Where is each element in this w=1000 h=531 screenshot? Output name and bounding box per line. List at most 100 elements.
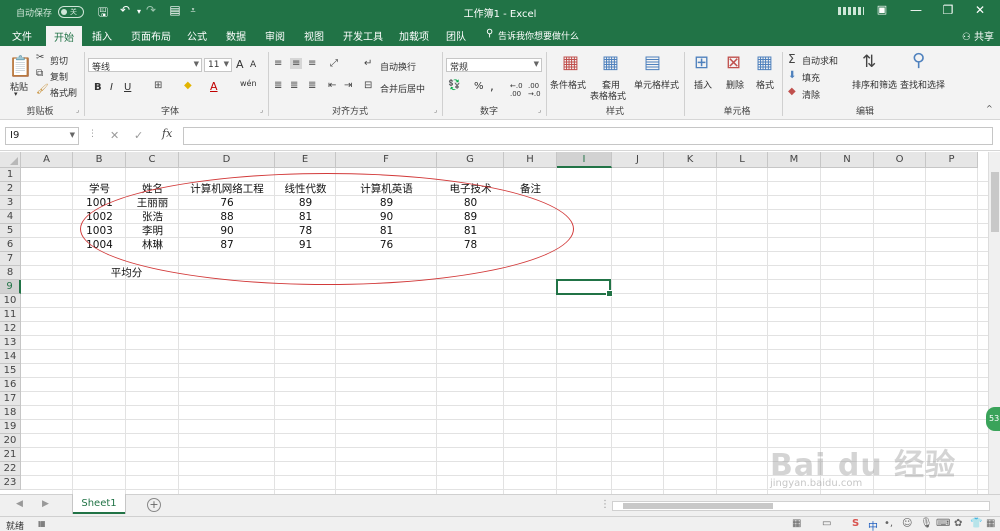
format-painter-button[interactable]: 格式刷 (50, 86, 77, 99)
currency-icon[interactable]: 💱 (448, 80, 460, 91)
row-header-1[interactable]: 1 (0, 168, 21, 182)
align-middle-icon[interactable]: ≡ (290, 58, 303, 69)
cell-header-english[interactable]: 计算机英语 (336, 182, 437, 196)
font-name-combo[interactable]: 等线 ▼ (88, 58, 202, 73)
cell-styles-button[interactable]: 单元格样式 (634, 78, 679, 91)
column-header-g[interactable]: G (437, 152, 504, 168)
cell-header-network[interactable]: 计算机网络工程 (179, 182, 275, 196)
collapse-ribbon-icon[interactable]: ^ (986, 104, 993, 113)
align-right-icon[interactable]: ≣ (308, 80, 316, 91)
column-header-p[interactable]: P (926, 152, 978, 168)
tab-home[interactable]: 开始 (46, 26, 82, 46)
row-header-20[interactable]: 20 (0, 434, 21, 448)
name-box[interactable]: I9 ▼ (5, 127, 79, 145)
table-cell[interactable]: 89 (275, 196, 336, 210)
paste-dropdown-icon[interactable]: ▾ (14, 90, 18, 98)
row-header-12[interactable]: 12 (0, 322, 21, 336)
find-select-icon[interactable]: ⚲ (912, 50, 925, 71)
decrease-decimal-icon[interactable]: .00 →.0 (528, 82, 541, 98)
cell-header-notes[interactable]: 备注 (504, 182, 557, 196)
row-header-14[interactable]: 14 (0, 350, 21, 364)
tab-formulas[interactable]: 公式 (187, 28, 207, 43)
enter-formula-icon[interactable]: ✓ (134, 129, 143, 142)
row-header-7[interactable]: 7 (0, 252, 21, 266)
table-cell[interactable]: 90 (179, 224, 275, 238)
column-header-h[interactable]: H (504, 152, 557, 168)
sort-filter-icon[interactable]: ⇅ (862, 52, 876, 72)
tab-file[interactable]: 文件 (12, 28, 32, 43)
tell-me-box[interactable]: 告诉我你想要做什么 (498, 29, 579, 42)
cell-styles-icon[interactable]: ▤ (644, 52, 661, 73)
merge-center-icon[interactable]: ⊟ (364, 80, 372, 91)
ime-tools-icon[interactable]: ▦ (986, 518, 995, 529)
column-header-n[interactable]: N (821, 152, 874, 168)
table-cell[interactable]: 1004 (73, 238, 126, 252)
tab-team[interactable]: 团队 (446, 28, 466, 43)
align-left-icon[interactable]: ≣ (274, 80, 282, 91)
wrap-text-icon[interactable]: ↵ (364, 58, 372, 69)
row-header-11[interactable]: 11 (0, 308, 21, 322)
phonetic-button[interactable]: wén (240, 79, 257, 88)
tab-split-handle-icon[interactable]: ⋮ (600, 499, 610, 510)
wrap-text-button[interactable]: 自动换行 (380, 60, 416, 73)
cell-average-label[interactable]: 平均分 (100, 266, 153, 280)
normal-view-icon[interactable]: ▦ (792, 518, 801, 529)
insert-cells-button[interactable]: 插入 (694, 78, 712, 91)
row-header-15[interactable]: 15 (0, 364, 21, 378)
fill-color-icon[interactable]: ◆ (184, 80, 192, 91)
comma-button[interactable]: , (490, 79, 494, 93)
ime-keyboard-icon[interactable]: ⌨ (936, 518, 950, 529)
format-painter-icon[interactable]: 🖌 (36, 84, 49, 95)
table-cell[interactable]: 1001 (73, 196, 126, 210)
table-cell[interactable]: 81 (437, 224, 504, 238)
row-header-19[interactable]: 19 (0, 420, 21, 434)
column-header-d[interactable]: D (179, 152, 275, 168)
row-header-13[interactable]: 13 (0, 336, 21, 350)
increase-indent-icon[interactable]: ⇥ (344, 80, 352, 91)
tab-developer[interactable]: 开发工具 (343, 28, 383, 43)
column-header-a[interactable]: A (21, 152, 73, 168)
table-cell[interactable]: 张浩 (126, 210, 179, 224)
border-icon[interactable]: ⊞ (154, 80, 162, 91)
close-icon[interactable]: ✕ (970, 3, 990, 17)
ime-shirt-icon[interactable]: 👕 (970, 518, 982, 529)
shrink-font-button[interactable]: A (250, 60, 256, 70)
font-color-icon[interactable]: A (210, 80, 218, 93)
table-cell[interactable]: 91 (275, 238, 336, 252)
orientation-icon[interactable]: ⤢ (330, 58, 338, 69)
clipboard-launcher-icon[interactable]: ⌟ (76, 106, 79, 114)
ribbon-display-icon[interactable]: ▣ (872, 3, 892, 16)
row-header-8[interactable]: 8 (0, 266, 21, 280)
fill-icon[interactable]: ⬇ (788, 70, 796, 81)
column-header-k[interactable]: K (664, 152, 717, 168)
align-bottom-icon[interactable]: ≡ (308, 58, 316, 69)
table-cell[interactable]: 76 (179, 196, 275, 210)
row-header-3[interactable]: 3 (0, 196, 21, 210)
percent-button[interactable]: % (474, 81, 484, 92)
sort-filter-button[interactable]: 排序和筛选 (852, 78, 897, 91)
number-format-combo[interactable]: 常规 ▼ (446, 58, 542, 73)
table-cell[interactable]: 78 (437, 238, 504, 252)
minimize-icon[interactable]: — (906, 3, 926, 17)
ime-emoji-icon[interactable]: ☺ (902, 518, 912, 529)
align-top-icon[interactable]: ≡ (274, 58, 282, 69)
table-cell[interactable]: 89 (336, 196, 437, 210)
align-center-icon[interactable]: ≣ (290, 80, 298, 91)
font-launcher-icon[interactable]: ⌟ (260, 106, 263, 114)
cut-button[interactable]: 剪切 (50, 54, 68, 67)
cell-header-id[interactable]: 学号 (73, 182, 126, 196)
tab-review[interactable]: 审阅 (265, 28, 285, 43)
active-cell[interactable] (556, 279, 613, 297)
decrease-indent-icon[interactable]: ⇤ (328, 80, 336, 91)
column-header-j[interactable]: J (612, 152, 664, 168)
column-header-i[interactable]: I (557, 152, 612, 168)
column-header-e[interactable]: E (275, 152, 336, 168)
table-cell[interactable]: 林琳 (126, 238, 179, 252)
ime-mic-icon[interactable]: 🎙 (920, 518, 933, 529)
table-cell[interactable]: 80 (437, 196, 504, 210)
ime-skin-icon[interactable]: ✿ (954, 518, 962, 529)
format-cells-icon[interactable]: ▦ (756, 52, 773, 73)
page-layout-view-icon[interactable]: ▭ (822, 518, 831, 529)
table-cell[interactable]: 王丽丽 (126, 196, 179, 210)
italic-button[interactable]: I (110, 82, 113, 93)
